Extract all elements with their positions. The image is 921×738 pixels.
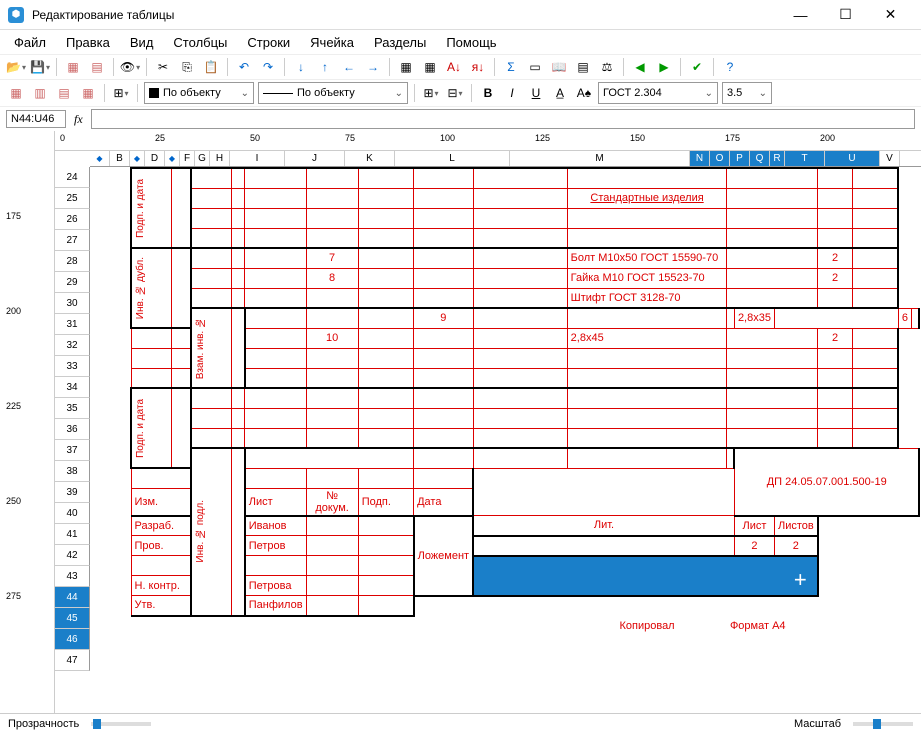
std-header: Стандартные изделия [567, 188, 727, 208]
doc-icon[interactable]: ▤ [573, 57, 593, 77]
align2-icon[interactable]: ⊞ [421, 83, 441, 103]
pin-name: Штифт ГОСТ 3128-70 [567, 288, 727, 308]
titlebar: ⬢ Редактирование таблицы — ☐ ✕ [0, 0, 921, 30]
formula-input[interactable] [91, 109, 915, 129]
sidebar-sign-date-2: Подп. и дата [135, 399, 146, 458]
cut-icon[interactable]: ✂ [153, 57, 173, 77]
minimize-button[interactable]: — [778, 1, 823, 29]
font-combo[interactable]: ГОСТ 2.304 [598, 82, 718, 104]
menubar: Файл Правка Вид Столбцы Строки Ячейка Ра… [0, 30, 921, 54]
arrow-up-icon[interactable]: ↑ [315, 57, 335, 77]
selection-cursor-icon: + [794, 567, 807, 593]
balance-icon[interactable]: ⚖ [597, 57, 617, 77]
sidebar-vzam-inv: Взам. инв. № [195, 317, 206, 379]
grid2-icon[interactable]: ▤ [87, 57, 107, 77]
menu-view[interactable]: Вид [122, 33, 162, 52]
doc-number: ДП 24.05.07.001.500-19 [734, 448, 919, 516]
bolt-name: Болт М10х50 ГОСТ 15590-70 [567, 248, 727, 268]
title-block-drawing: Подп. и дата Стандартные изделия Инв. № … [130, 167, 920, 636]
status-bar: Прозрачность Масштаб [0, 713, 921, 733]
window-title: Редактирование таблицы [32, 8, 778, 22]
calc-icon[interactable]: ▭ [525, 57, 545, 77]
fontformat-icon[interactable]: A♠ [574, 83, 594, 103]
grid1-icon[interactable]: ▦ [63, 57, 83, 77]
fx-icon[interactable]: fx [70, 112, 87, 127]
book-icon[interactable]: 📖 [549, 57, 569, 77]
table2-icon[interactable]: ▦ [420, 57, 440, 77]
line-combo[interactable]: По объекту [258, 82, 408, 104]
transparency-label: Прозрачность [8, 718, 79, 730]
spreadsheet-grid[interactable]: Подп. и дата Стандартные изделия Инв. № … [90, 167, 921, 713]
sidebar-sign-date-1: Подп. и дата [135, 179, 146, 238]
scale-label: Масштаб [794, 718, 841, 730]
sort-icon[interactable]: A↓ [444, 57, 464, 77]
maximize-button[interactable]: ☐ [823, 1, 868, 29]
prev-icon[interactable]: ◀ [630, 57, 650, 77]
menu-columns[interactable]: Столбцы [165, 33, 235, 52]
part-name: Ложемент [414, 516, 473, 596]
border2-icon[interactable]: ▥ [30, 83, 50, 103]
arrow-right-icon[interactable]: → [363, 57, 383, 77]
next-icon[interactable]: ▶ [654, 57, 674, 77]
underline-icon[interactable]: U [526, 83, 546, 103]
sort2-icon[interactable]: я↓ [468, 57, 488, 77]
menu-edit[interactable]: Правка [58, 33, 118, 52]
fontsize-icon[interactable]: A̲ [550, 83, 570, 103]
sidebar-inv-dubl: Инв. № дубл. [135, 257, 146, 319]
border1-icon[interactable]: ▦ [6, 83, 26, 103]
table1-icon[interactable]: ▦ [396, 57, 416, 77]
italic-icon[interactable]: I [502, 83, 522, 103]
arrow-left-icon[interactable]: ← [339, 57, 359, 77]
scale-slider[interactable] [853, 722, 913, 726]
menu-help[interactable]: Помощь [438, 33, 504, 52]
toolbar-2: ▦ ▥ ▤ ▦ ⊞ По объекту По объекту ⊞ ⊟ B I … [0, 79, 921, 106]
formula-bar: fx [0, 106, 921, 131]
vertical-ruler: 175 200 225 250 275 [0, 131, 55, 713]
menu-file[interactable]: Файл [6, 33, 54, 52]
sum-icon[interactable]: Σ [501, 57, 521, 77]
menu-cell[interactable]: Ячейка [302, 33, 362, 52]
menu-rows[interactable]: Строки [239, 33, 298, 52]
paste-icon[interactable]: 📋 [201, 57, 221, 77]
border4-icon[interactable]: ▦ [78, 83, 98, 103]
toolbar-1: 📂 💾 ▦ ▤ 👁 ✂ ⎘ 📋 ↶ ↷ ↓ ↑ ← → ▦ ▦ A↓ я↓ Σ … [0, 54, 921, 79]
undo-icon[interactable]: ↶ [234, 57, 254, 77]
transparency-slider[interactable] [91, 722, 151, 726]
eye-icon[interactable]: 👁 [120, 57, 140, 77]
close-button[interactable]: ✕ [868, 1, 913, 29]
nut-name: Гайка М10 ГОСТ 15523-70 [567, 268, 727, 288]
arrow-down-icon[interactable]: ↓ [291, 57, 311, 77]
horizontal-ruler: 0 25 50 75 100 125 150 175 200 [55, 131, 921, 151]
app-icon: ⬢ [8, 7, 24, 23]
check-icon[interactable]: ✔ [687, 57, 707, 77]
cell-reference[interactable] [6, 110, 66, 128]
align3-icon[interactable]: ⊟ [445, 83, 465, 103]
row-headers[interactable]: 2425 2627 2829 3031 3233 3435 3637 3839 … [55, 167, 90, 713]
menu-sections[interactable]: Разделы [366, 33, 434, 52]
align-icon[interactable]: ⊞ [111, 83, 131, 103]
fill-combo[interactable]: По объекту [144, 82, 254, 104]
fontsize-combo[interactable]: 3.5 [722, 82, 772, 104]
sidebar-inv-podl: Инв. № подл. [195, 500, 206, 563]
format-label: Формат А4 [727, 616, 898, 636]
save-icon[interactable]: 💾 [30, 57, 50, 77]
bold-icon[interactable]: B [478, 83, 498, 103]
copy-label: Копировал [567, 616, 727, 636]
border3-icon[interactable]: ▤ [54, 83, 74, 103]
column-headers[interactable]: ◆ B ◆ D ◆ F G H I J K L M N O P Q R T U … [90, 151, 921, 167]
open-icon[interactable]: 📂 [6, 57, 26, 77]
redo-icon[interactable]: ↷ [258, 57, 278, 77]
help-icon[interactable]: ? [720, 57, 740, 77]
copy-icon[interactable]: ⎘ [177, 57, 197, 77]
